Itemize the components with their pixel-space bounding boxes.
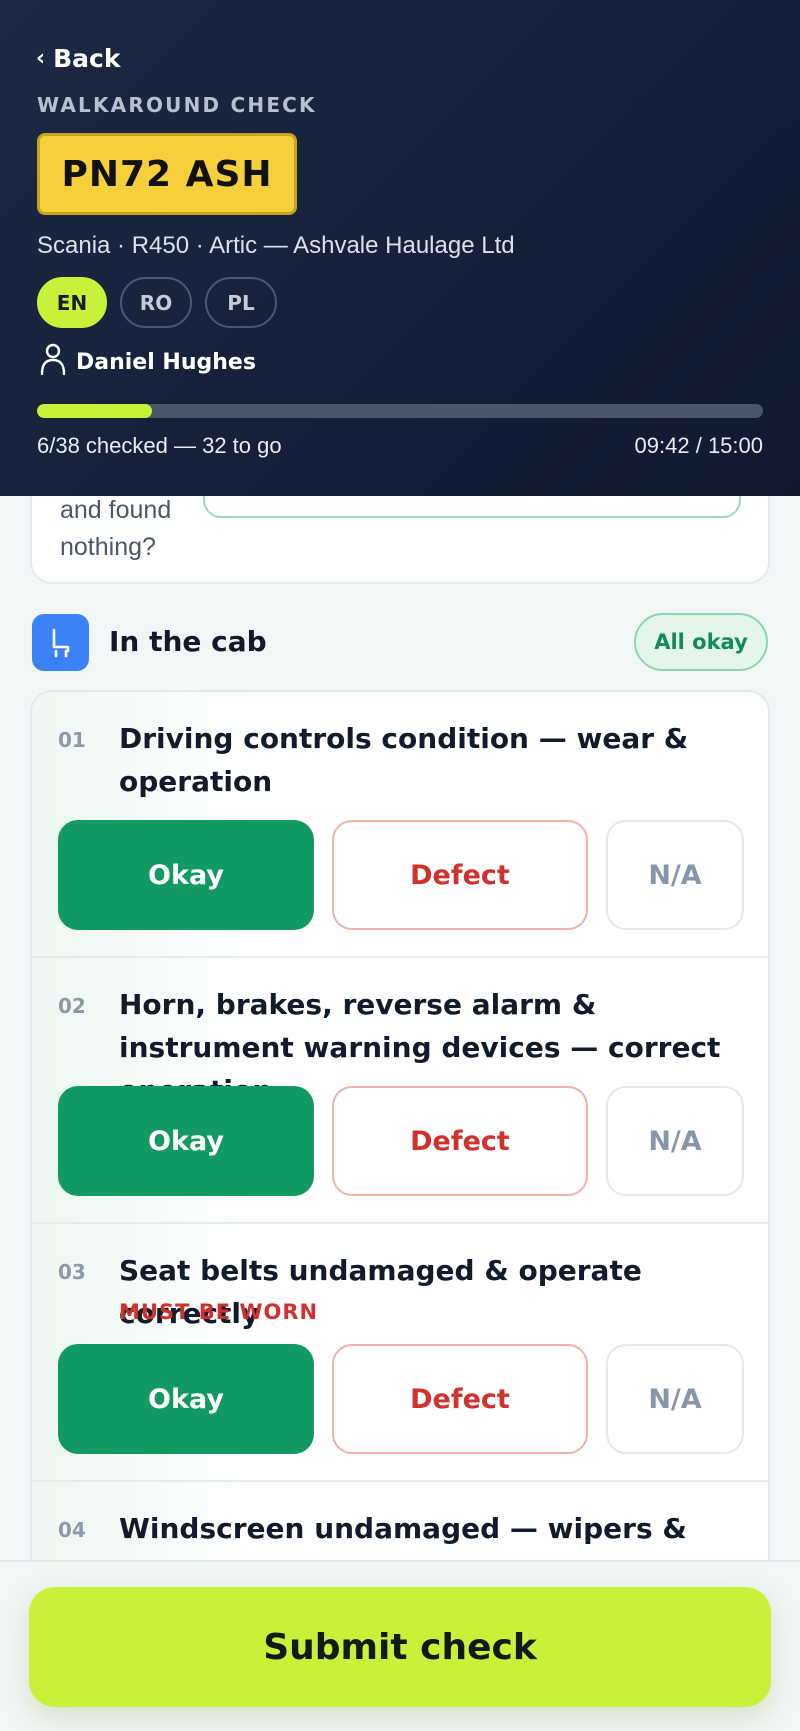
item-number: 01 <box>58 728 86 752</box>
language-pl-button[interactable]: PL <box>205 277 277 328</box>
vehicle-description: Scania · R450 · Artic — Ashvale Haulage … <box>37 232 515 259</box>
okay-button[interactable]: Okay <box>58 1086 314 1196</box>
progress-fill <box>37 404 152 418</box>
submit-check-button[interactable]: Submit check <box>29 1587 771 1707</box>
progress-bar <box>37 404 763 418</box>
registration-plate: PN72 ASH <box>37 133 297 215</box>
check-item: 02 Horn, brakes, reverse alarm & instrum… <box>32 958 768 1224</box>
mandatory-note: MUST BE WORN <box>119 1300 319 1324</box>
item-number: 04 <box>58 1518 86 1542</box>
check-header: ‹ Back WALKAROUND CHECK PN72 ASH Scania … <box>0 0 800 496</box>
check-item: 03 Seat belts undamaged & operate correc… <box>32 1224 768 1482</box>
defect-button[interactable]: Defect <box>332 1344 588 1454</box>
section-title: In the cab <box>109 625 267 658</box>
item-title: Windscreen undamaged — wipers & <box>119 1512 687 1545</box>
chevron-left-icon: ‹ <box>36 46 46 71</box>
language-ro-button[interactable]: RO <box>120 277 192 328</box>
check-item: 04 Windscreen undamaged — wipers & <box>32 1482 768 1560</box>
na-button[interactable]: N/A <box>606 1086 744 1196</box>
language-switcher: EN RO PL <box>37 277 277 328</box>
na-button[interactable]: N/A <box>606 820 744 930</box>
footer-bar: Submit check <box>0 1560 800 1731</box>
timer: 09:42 / 15:00 <box>634 433 763 458</box>
language-en-button[interactable]: EN <box>37 277 107 328</box>
okay-button[interactable]: Okay <box>58 820 314 930</box>
back-label: Back <box>53 44 121 73</box>
section-header: In the cab All okay <box>32 613 768 671</box>
previous-question-text: and found nothing? <box>60 496 172 561</box>
all-okay-button[interactable]: All okay <box>634 613 768 671</box>
check-list: 01 Driving controls condition — wear & o… <box>30 690 770 1560</box>
defect-button[interactable]: Defect <box>332 820 588 930</box>
defect-button[interactable]: Defect <box>332 1086 588 1196</box>
na-button[interactable]: N/A <box>606 1344 744 1454</box>
check-item: 01 Driving controls condition — wear & o… <box>32 692 768 958</box>
seat-icon <box>32 614 89 671</box>
item-title: Driving controls condition — wear & oper… <box>119 722 689 798</box>
item-number: 03 <box>58 1260 86 1284</box>
driver-name: Daniel Hughes <box>76 349 256 375</box>
back-button[interactable]: ‹ Back <box>36 44 120 73</box>
page-eyebrow: WALKAROUND CHECK <box>37 93 317 117</box>
okay-button[interactable]: Okay <box>58 1344 314 1454</box>
user-icon <box>40 343 66 381</box>
driver-info: Daniel Hughes <box>40 343 256 381</box>
progress-text: 6/38 checked — 32 to go <box>37 433 282 458</box>
item-number: 02 <box>58 994 86 1018</box>
